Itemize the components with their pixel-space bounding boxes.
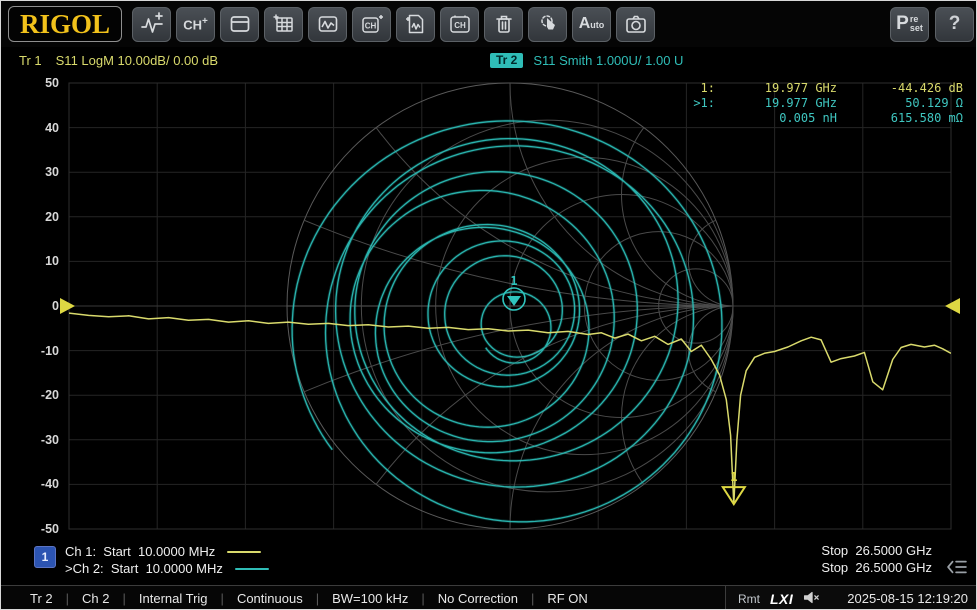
trace2-header[interactable]: Tr 2 S11 Smith 1.000U/ 1.00 U <box>490 53 683 68</box>
rigol-logo: RIGOL <box>8 6 122 42</box>
status-right: Rmt LXI 2025-08-15 12:19:20 <box>725 586 977 610</box>
channel-2-info[interactable]: >Ch 2: Start 10.0000 MHz <box>65 560 269 577</box>
channel-1-start-label: Ch 1: Start 10.0000 MHz <box>65 544 215 559</box>
status-item-continuous[interactable]: Continuous <box>224 591 316 606</box>
add-channel-icon: CH+ <box>183 17 208 31</box>
status-item-rf-on[interactable]: RF ON <box>534 591 600 606</box>
marker-readout-row2-label: >1: <box>677 96 715 111</box>
touch-button[interactable] <box>528 7 567 42</box>
status-item-internal-trig[interactable]: Internal Trig <box>126 591 221 606</box>
y-tick--50: -50 <box>13 521 59 537</box>
marker-table-button[interactable] <box>264 7 303 42</box>
window-layout-button[interactable] <box>220 7 259 42</box>
svg-text:CH: CH <box>364 22 376 31</box>
marker1-tr2-label: 1 <box>510 274 517 288</box>
add-channel-window-icon: CH <box>360 13 384 35</box>
marker-readout-row3-freq: 0.005 nH <box>715 111 837 126</box>
touch-icon <box>536 13 560 35</box>
marker-readout: 1:19.977 GHz-44.426 dB >1:19.977 GHz50.12… <box>677 81 963 126</box>
speaker-muted-icon[interactable] <box>803 590 821 608</box>
marker-readout-row3-value: 615.580 mΩ <box>837 111 963 126</box>
marker-readout-row1-freq: 19.977 GHz <box>715 81 837 96</box>
window-badge[interactable]: 1 <box>34 546 56 568</box>
y-tick-30: 30 <box>13 164 59 180</box>
channel-1-info[interactable]: Ch 1: Start 10.0000 MHz <box>65 543 261 560</box>
add-trace-button[interactable] <box>132 7 171 42</box>
help-button[interactable]: ? <box>935 7 974 42</box>
add-trace-icon <box>139 12 165 36</box>
delete-icon <box>492 13 516 35</box>
channel-2-trace-swatch <box>235 568 269 570</box>
y-tick-0: 0 <box>13 298 59 314</box>
save-trace-icon <box>404 13 428 35</box>
trace1-format: S11 LogM 10.00dB/ 0.00 dB <box>56 53 218 68</box>
channel-info: 1 Ch 1: Start 10.0000 MHz Stop 26.5000 GH… <box>1 539 977 581</box>
marker-readout-row3-label <box>677 111 715 126</box>
y-tick-20: 20 <box>13 209 59 225</box>
y-tick--30: -30 <box>13 432 59 448</box>
trace-window-button[interactable] <box>308 7 347 42</box>
status-bar: Tr 2|Ch 2|Internal Trig|Continuous|BW=10… <box>1 585 977 610</box>
status-item-no-correction[interactable]: No Correction <box>425 591 531 606</box>
channel-2-start-label: >Ch 2: Start 10.0000 MHz <box>65 561 223 576</box>
y-tick-10: 10 <box>13 253 59 269</box>
status-items: Tr 2|Ch 2|Internal Trig|Continuous|BW=10… <box>1 591 601 606</box>
channel-2-stop-label: Stop 26.5000 GHz <box>821 560 932 577</box>
trace2-badge: Tr 2 <box>490 53 523 68</box>
datetime: 2025-08-15 12:19:20 <box>847 591 968 606</box>
auto-icon: Auto <box>579 16 605 32</box>
y-tick--40: -40 <box>13 476 59 492</box>
toolbar-right: P reset ? <box>890 7 974 42</box>
trace-headers: Tr 1 S11 LogM 10.00dB/ 0.00 dB Tr 2 S11 Sm… <box>1 51 977 71</box>
status-item-tr-2[interactable]: Tr 2 <box>17 591 66 606</box>
preset-label: P <box>896 13 909 35</box>
add-channel-button[interactable]: CH+ <box>176 7 215 42</box>
screenshot-icon <box>624 13 648 35</box>
marker1-tr2-glyph[interactable] <box>507 296 521 306</box>
ref-level-left-indicator[interactable] <box>60 298 75 314</box>
window-layout-icon <box>228 13 252 35</box>
channel-manager-button[interactable]: CH <box>440 7 479 42</box>
remote-status: Rmt <box>738 592 760 606</box>
y-tick-50: 50 <box>13 75 59 91</box>
marker-readout-row2-value: 50.129 Ω <box>837 96 963 111</box>
marker1-tr1-label: 1 <box>730 470 737 484</box>
trace-window-icon <box>316 13 340 35</box>
trace2-format: S11 Smith 1.000U/ 1.00 U <box>533 53 683 68</box>
trace1-header[interactable]: Tr 1 S11 LogM 10.00dB/ 0.00 dB <box>19 53 218 68</box>
collapse-menu-icon[interactable] <box>946 559 968 578</box>
status-item-ch-2[interactable]: Ch 2 <box>69 591 122 606</box>
delete-button[interactable] <box>484 7 523 42</box>
marker-table-icon <box>272 13 296 35</box>
screenshot-button[interactable] <box>616 7 655 42</box>
svg-text:CH: CH <box>454 21 466 30</box>
ref-level-right-indicator[interactable] <box>945 298 960 314</box>
y-tick-40: 40 <box>13 120 59 136</box>
channel-1-stop-label: Stop 26.5000 GHz <box>821 543 932 560</box>
channel-manager-icon: CH <box>448 13 472 35</box>
marker-readout-row1-value: -44.426 dB <box>837 81 963 96</box>
toolbar-buttons: CH+ CH CH Auto <box>132 7 655 42</box>
trace1-id: Tr 1 <box>19 53 42 68</box>
add-channel-window-button[interactable]: CH <box>352 7 391 42</box>
marker-readout-row2-freq: 19.977 GHz <box>715 96 837 111</box>
auto-button[interactable]: Auto <box>572 7 611 42</box>
toolbar: RIGOL CH+ CH CH Auto P reset ? <box>1 1 977 47</box>
save-trace-button[interactable] <box>396 7 435 42</box>
channel-1-trace-swatch <box>227 551 261 553</box>
y-tick--20: -20 <box>13 387 59 403</box>
preset-button[interactable]: P reset <box>890 7 929 42</box>
lxi-logo: LXI <box>770 591 793 607</box>
y-tick--10: -10 <box>13 343 59 359</box>
vna-screen: 1 1 RIGOL CH+ CH CH Auto P reset ? Tr 1 S11 L… <box>0 0 977 610</box>
marker-readout-row1-label: 1: <box>677 81 715 96</box>
status-item-bw-100-khz[interactable]: BW=100 kHz <box>319 591 421 606</box>
